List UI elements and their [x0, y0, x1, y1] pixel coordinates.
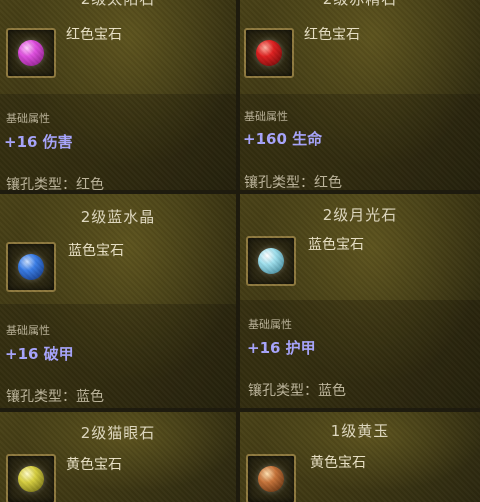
socket-type: 镶孔类型：红色 — [244, 175, 342, 190]
stat-value: +16 伤害 — [4, 133, 73, 151]
gem-type-label: 蓝色宝石 — [308, 237, 364, 253]
gem-icon-slot[interactable] — [244, 28, 294, 78]
amber-gem-icon — [258, 466, 284, 492]
gem-card-moonstone[interactable]: 2级月光石 蓝色宝石 基础属性 +16 护甲 镶孔类型：蓝色 — [240, 194, 480, 408]
yellow-gem-icon — [18, 466, 44, 492]
gem-type-label: 黄色宝石 — [310, 455, 366, 471]
purple-gem-icon — [18, 40, 44, 66]
stat-label: 基础属性 — [6, 324, 50, 337]
gem-type-label: 蓝色宝石 — [68, 243, 124, 259]
socket-type: 镶孔类型：蓝色 — [248, 383, 346, 399]
gem-card-topaz[interactable]: 1级黄玉 黄色宝石 — [240, 412, 480, 502]
socket-type: 镶孔类型：蓝色 — [6, 389, 104, 405]
gem-card-blue-crystal[interactable]: 2级蓝水晶 蓝色宝石 基础属性 +16 破甲 镶孔类型：蓝色 — [0, 194, 236, 408]
stat-value: +160 生命 — [243, 130, 323, 148]
stat-label: 基础属性 — [248, 318, 292, 331]
gem-type-label: 黄色宝石 — [66, 457, 122, 473]
gem-icon-slot[interactable] — [246, 236, 296, 286]
gem-title: 2级太阳石 — [0, 0, 236, 9]
gem-title: 2级月光石 — [322, 206, 398, 224]
gem-icon-slot[interactable] — [246, 454, 296, 502]
gem-title: 2级赤精石 — [240, 0, 480, 9]
red-gem-icon — [256, 40, 282, 66]
gem-card-red-essence[interactable]: 2级赤精石 红色宝石 基础属性 +160 生命 镶孔类型：红色 — [240, 0, 480, 190]
stat-value: +16 护甲 — [247, 339, 316, 357]
stat-label: 基础属性 — [6, 112, 50, 125]
gem-title: 2级蓝水晶 — [80, 208, 156, 226]
stat-value: +16 破甲 — [5, 345, 74, 363]
moonstone-gem-icon — [258, 248, 284, 274]
gem-icon-slot[interactable] — [6, 242, 56, 292]
gem-icon-slot[interactable] — [6, 454, 56, 502]
gem-title: 1级黄玉 — [330, 422, 390, 440]
blue-gem-icon — [18, 254, 44, 280]
gem-card-sun-stone[interactable]: 2级太阳石 红色宝石 基础属性 +16 伤害 镶孔类型：红色 — [0, 0, 236, 190]
gem-title: 2级猫眼石 — [80, 424, 156, 442]
socket-type: 镶孔类型：红色 — [6, 177, 104, 190]
gem-type-label: 红色宝石 — [304, 27, 360, 43]
gem-icon-slot[interactable] — [6, 28, 56, 78]
stat-label: 基础属性 — [244, 110, 288, 123]
gem-type-label: 红色宝石 — [66, 27, 122, 43]
gem-card-cats-eye[interactable]: 2级猫眼石 黄色宝石 — [0, 412, 236, 502]
